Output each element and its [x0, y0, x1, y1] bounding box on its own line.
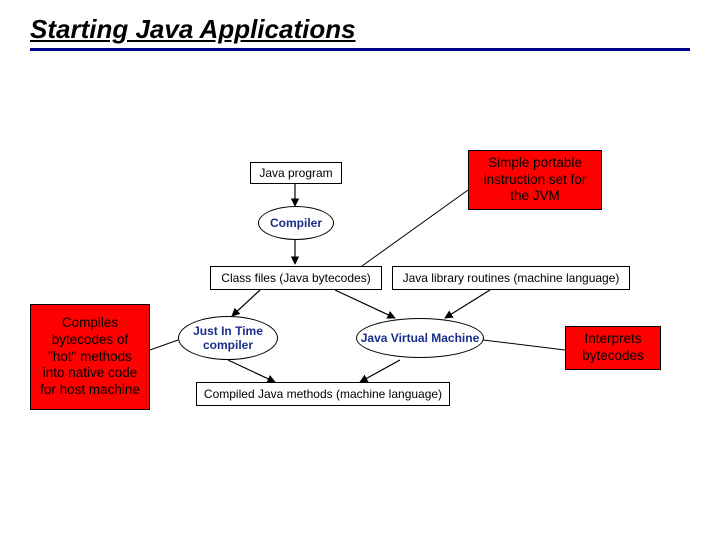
diagram-canvas: Java program Compiler Class files (Java …: [0, 60, 720, 540]
node-jit-compiler: Just In Time compiler: [178, 316, 278, 360]
node-class-files: Class files (Java bytecodes): [210, 266, 382, 290]
node-java-program: Java program: [250, 162, 342, 184]
callout-interprets: Interprets bytecodes: [565, 326, 661, 370]
connector-lines: [0, 60, 720, 540]
node-compiled-methods: Compiled Java methods (machine language): [196, 382, 450, 406]
callout-simple-portable: Simple portable instruction set for the …: [468, 150, 602, 210]
node-java-library: Java library routines (machine language): [392, 266, 630, 290]
page-title: Starting Java Applications: [30, 14, 356, 45]
node-jvm: Java Virtual Machine: [356, 318, 484, 358]
callout-compiles-hot: Compiles bytecodes of "hot" methods into…: [30, 304, 150, 410]
title-underline: [30, 48, 690, 51]
node-compiler: Compiler: [258, 206, 334, 240]
